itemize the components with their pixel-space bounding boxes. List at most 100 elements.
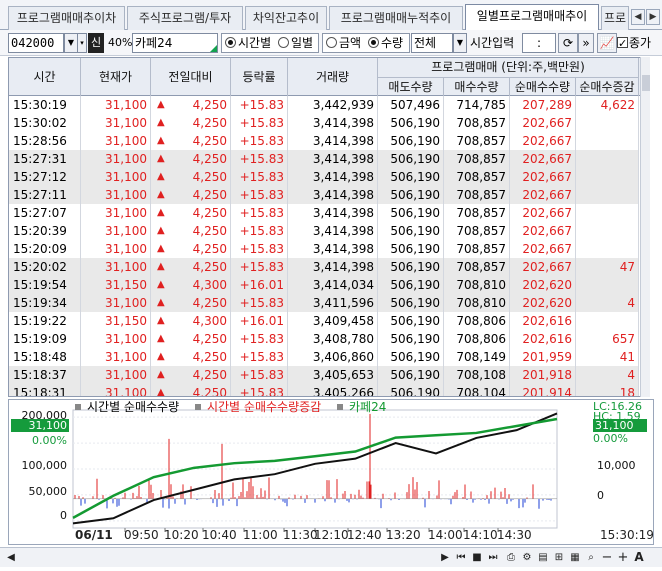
cell-buy-qty: 708,857 — [444, 168, 510, 186]
header-change[interactable]: 전일대비 — [151, 58, 231, 96]
header-time[interactable]: 시간 — [9, 58, 81, 96]
cell-sell-qty-value: 506,190 — [390, 314, 440, 328]
table-row[interactable]: 15:30:19 31,100 ▲ 4,250 +15.83 3,442,939 507,4… — [9, 96, 639, 114]
next-page-icon[interactable]: » — [578, 33, 594, 53]
tab-arbitrage-balance[interactable]: 차익잔고추이 — [245, 6, 327, 30]
cell-sell-qty: 506,190 — [378, 168, 444, 186]
cell-price-value: 31,100 — [105, 368, 147, 382]
settings-icon[interactable]: ⚙ — [520, 550, 534, 565]
unit-radio-group: 금액 수량 — [322, 33, 410, 53]
radio-amount[interactable]: 금액 — [326, 34, 361, 52]
cell-rate-value: +15.83 — [239, 98, 284, 112]
header-net-delta[interactable]: 순매수증감 — [576, 77, 639, 96]
market-select[interactable]: 전체 — [411, 33, 453, 53]
font-size-icon[interactable]: A — [632, 550, 646, 565]
tab-stock-program-investor[interactable]: 주식프로그램/투자 — [127, 6, 243, 30]
up-arrow-icon: ▲ — [157, 117, 165, 128]
tab-daily-program-trend[interactable]: 일별프로그램매매추이 — [465, 4, 599, 31]
stock-name-field[interactable]: 카페24 — [132, 33, 218, 53]
tab-next-icon[interactable]: ▶ — [646, 9, 660, 25]
table-row[interactable]: 15:27:31 31,100 ▲ 4,250 +15.83 3,414,398 506,1… — [9, 150, 639, 168]
code-dropdown-icon[interactable]: ▼ — [64, 33, 78, 53]
cell-volume: 3,414,398 — [288, 132, 378, 150]
time-input[interactable]: : — [522, 33, 556, 53]
cell-net-qty: 202,667 — [510, 114, 576, 132]
cell-volume-value: 3,405,266 — [312, 386, 374, 397]
radio-time[interactable]: 시간별 — [225, 34, 271, 52]
cell-net-delta-value: 4,622 — [600, 98, 635, 112]
tab-prev-icon[interactable]: ◀ — [631, 9, 645, 25]
zoom-in-icon[interactable]: + — [616, 550, 630, 565]
header-sell-qty[interactable]: 매도수량 — [378, 77, 444, 96]
table-row[interactable]: 15:18:31 31,100 ▲ 4,250 +15.83 3,405,266 506,1… — [9, 384, 639, 397]
table-scrollbar[interactable] — [640, 57, 650, 397]
tab-program-cumulative[interactable]: 프로그램매매누적추이 — [329, 6, 463, 30]
table-row[interactable]: 15:19:54 31,150 ▲ 4,300 +16.01 3,414,034 506,1… — [9, 276, 639, 294]
cell-time-value: 15:20:39 — [13, 224, 67, 238]
cell-net-qty: 202,667 — [510, 168, 576, 186]
cell-net-qty: 201,914 — [510, 384, 576, 396]
radio-unchecked-icon — [278, 37, 289, 48]
select-dropdown-icon[interactable]: ▼ — [453, 33, 467, 53]
header-buy-qty[interactable]: 매수수량 — [444, 77, 510, 96]
table-row[interactable]: 15:27:07 31,100 ▲ 4,250 +15.83 3,414,398 506,1… — [9, 204, 639, 222]
radio-day[interactable]: 일별 — [278, 34, 313, 52]
stock-code-input[interactable]: 042000 — [8, 33, 64, 53]
table-row[interactable]: 15:27:12 31,100 ▲ 4,250 +15.83 3,414,398 506,1… — [9, 168, 639, 186]
tab-program-trend-chart[interactable]: 프로그램매매추이차 — [8, 6, 125, 30]
legend-net-delta: 시간별 순매수수량증감 — [194, 400, 327, 414]
cell-volume-value: 3,414,398 — [312, 134, 374, 148]
header-net-qty[interactable]: 순매수수량 — [510, 77, 576, 96]
cell-volume: 3,414,034 — [288, 276, 378, 294]
cell-sell-qty-value: 506,190 — [390, 242, 440, 256]
cell-change-value: 4,300 — [192, 278, 227, 292]
cell-price: 31,100 — [81, 348, 151, 366]
table-row[interactable]: 15:28:56 31,100 ▲ 4,250 +15.83 3,414,398 506,1… — [9, 132, 639, 150]
header-price[interactable]: 현재가 — [81, 58, 151, 96]
scrollbar-thumb[interactable] — [642, 75, 650, 91]
table-row[interactable]: 15:20:09 31,100 ▲ 4,250 +15.83 3,414,398 506,1… — [9, 240, 639, 258]
table-row[interactable]: 15:18:37 31,100 ▲ 4,250 +15.83 3,405,653 506,1… — [9, 366, 639, 384]
zoom-out-icon[interactable]: − — [600, 550, 614, 565]
table-row[interactable]: 15:20:39 31,100 ▲ 4,250 +15.83 3,414,398 506,1… — [9, 222, 639, 240]
ruler-icon[interactable]: ⊞ — [552, 550, 566, 565]
cell-buy-qty: 714,785 — [444, 96, 510, 114]
print-icon[interactable]: ▤ — [536, 550, 550, 565]
radio-qty[interactable]: 수량 — [368, 34, 403, 52]
cell-volume-value: 3,405,653 — [312, 368, 374, 382]
cell-change: ▲ 4,250 — [151, 96, 231, 114]
table-row[interactable]: 15:30:02 31,100 ▲ 4,250 +15.83 3,414,398 506,1… — [9, 114, 639, 132]
grid-icon[interactable]: ▦ — [568, 550, 582, 565]
chart-canvas[interactable] — [9, 400, 653, 544]
tab-program-more[interactable]: 프로 — [601, 6, 629, 30]
refresh-icon[interactable]: ⟳ — [558, 33, 578, 53]
cell-sell-qty: 506,190 — [378, 312, 444, 330]
stop-icon[interactable]: ■ — [470, 550, 484, 565]
scroll-right-icon[interactable]: ▶ — [438, 550, 452, 565]
code-search-icon[interactable]: ▾ — [77, 33, 87, 53]
cell-sell-qty-value: 506,190 — [390, 296, 440, 310]
cell-sell-qty: 506,190 — [378, 348, 444, 366]
close-price-checkbox[interactable]: 종가 — [617, 33, 659, 54]
cell-price-value: 31,100 — [105, 260, 147, 274]
forward-icon[interactable]: ⏭ — [486, 550, 500, 565]
rewind-icon[interactable]: ⏮ — [454, 550, 468, 565]
cell-rate: +15.83 — [231, 294, 288, 312]
table-row[interactable]: 15:19:34 31,100 ▲ 4,250 +15.83 3,411,596 506,1… — [9, 294, 639, 312]
cell-volume-value: 3,414,398 — [312, 170, 374, 184]
table-row[interactable]: 15:19:22 31,150 ▲ 4,300 +16.01 3,409,458 506,1… — [9, 312, 639, 330]
save-icon[interactable]: ⎙ — [504, 550, 518, 565]
cell-change-value: 4,250 — [192, 170, 227, 184]
table-row[interactable]: 15:27:11 31,100 ▲ 4,250 +15.83 3,414,398 506,1… — [9, 186, 639, 204]
table-row[interactable]: 15:18:48 31,100 ▲ 4,250 +15.83 3,406,860 506,1… — [9, 348, 639, 366]
table-row[interactable]: 15:20:02 31,100 ▲ 4,250 +15.83 3,414,398 506,1… — [9, 258, 639, 276]
cell-sell-qty: 506,190 — [378, 186, 444, 204]
header-rate[interactable]: 등락률 — [231, 58, 288, 96]
chart-toggle-icon[interactable]: 📈 — [597, 33, 617, 53]
header-volume[interactable]: 거래량 — [288, 58, 378, 96]
table-row[interactable]: 15:19:09 31,100 ▲ 4,250 +15.83 3,408,780 506,1… — [9, 330, 639, 348]
cell-rate: +15.83 — [231, 240, 288, 258]
scroll-left-icon[interactable]: ◀ — [4, 550, 18, 565]
program-trade-chart[interactable]: 시간별 순매수수량 시간별 순매수수량증감 카페24 200,000 31,10… — [8, 399, 654, 545]
zoom-icon[interactable]: ⌕ — [584, 550, 598, 565]
